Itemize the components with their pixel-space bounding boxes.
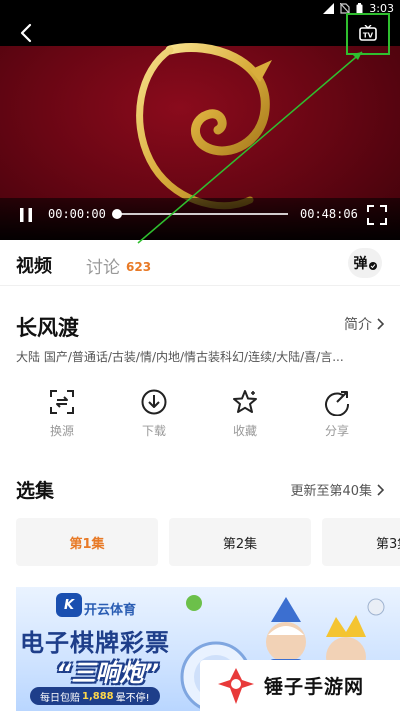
download-button[interactable]: 下载	[124, 388, 184, 439]
detail-tabs: 视频 讨论 623 弹	[0, 240, 400, 286]
episode-label: 第2集	[222, 536, 258, 552]
ad-brand: 开云体育	[84, 603, 137, 618]
chevron-right-icon	[377, 318, 384, 330]
favorite-button[interactable]: 收藏	[215, 388, 275, 439]
share-button[interactable]: 分享	[307, 388, 367, 439]
star-icon	[233, 390, 257, 413]
intro-label: 简介	[344, 317, 372, 333]
chevron-left-icon	[20, 23, 32, 43]
ad-subheadline: “三响炮”	[56, 659, 159, 687]
cast-tv-button[interactable]: TV	[346, 13, 390, 55]
intro-link[interactable]: 简介	[344, 314, 384, 334]
seek-thumb[interactable]	[112, 209, 122, 219]
switch-source-button[interactable]: 换源	[32, 388, 92, 439]
discuss-count-badge: 623	[126, 260, 152, 274]
watermark-logo-icon	[218, 667, 254, 704]
episodes-title: 选集	[16, 480, 55, 502]
chevron-right-icon	[377, 483, 384, 496]
video-player[interactable]: 3:03 TV 00:00:00 00:48:06	[0, 0, 400, 240]
episode-label: 第3集	[376, 536, 400, 552]
episodes-more-link[interactable]: 更新至第40集	[290, 480, 384, 499]
episode-list: 第1集 第2集 第3集	[16, 518, 400, 566]
episode-item[interactable]: 第1集	[16, 518, 158, 566]
show-tags: 大陆 国产/普通话/古装/情/内地/情古装科幻/连续/大陆/喜/言...	[16, 350, 344, 364]
action-label: 收藏	[232, 424, 257, 438]
danmu-label: 弹	[353, 256, 368, 272]
fullscreen-icon	[367, 205, 387, 225]
action-bar: 换源 下载 收藏 分享	[0, 388, 400, 452]
switch-source-icon	[50, 390, 74, 414]
watermark-text: 锤子手游网	[264, 676, 365, 698]
tab-video[interactable]: 视频	[16, 252, 52, 278]
seek-bar[interactable]	[114, 213, 288, 215]
action-label: 分享	[324, 424, 349, 438]
download-icon	[141, 389, 167, 415]
danmu-toggle-button[interactable]: 弹	[348, 248, 382, 278]
ad-bonus-amount: 1,888	[82, 690, 114, 702]
video-frame-logo	[136, 43, 272, 210]
current-time: 00:00:00	[48, 207, 106, 221]
pause-button[interactable]	[14, 204, 38, 226]
site-watermark: 锤子手游网	[200, 660, 400, 711]
action-label: 换源	[49, 424, 74, 438]
ad-bonus-suffix: 晕不停!	[115, 692, 150, 704]
svg-text:TV: TV	[363, 32, 374, 40]
check-icon	[368, 262, 377, 270]
status-bar: 3:03	[0, 0, 400, 20]
duration-time: 00:48:06	[300, 207, 358, 221]
episode-item[interactable]: 第2集	[169, 518, 311, 566]
tv-cast-icon: TV	[359, 25, 377, 41]
signal-icon	[323, 3, 335, 14]
pause-icon	[20, 208, 32, 222]
fullscreen-button[interactable]	[366, 204, 388, 226]
episode-item[interactable]: 第3集	[322, 518, 400, 566]
ad-bonus-prefix: 每日包赔	[40, 692, 80, 704]
show-title: 长风渡	[16, 316, 79, 340]
tab-discuss[interactable]: 讨论	[86, 253, 120, 278]
episodes-update-text: 更新至第40集	[290, 484, 372, 499]
episode-label: 第1集	[69, 536, 105, 552]
back-button[interactable]	[12, 20, 40, 46]
ad-bonus-pill: 每日包赔 1,888 晕不停!	[30, 687, 160, 705]
ad-logo: K	[56, 593, 82, 617]
action-label: 下载	[141, 424, 166, 438]
share-icon	[325, 391, 350, 416]
